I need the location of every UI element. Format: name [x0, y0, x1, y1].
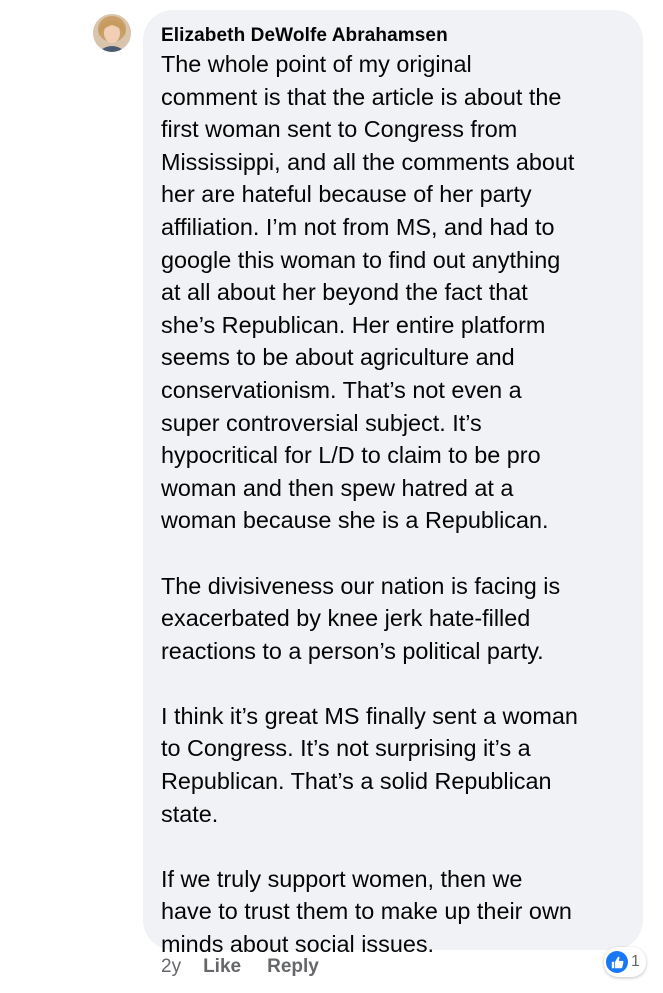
- comment-line: Republican. That’s a solid Republican: [161, 768, 552, 795]
- comment-line: google this woman to find out anything: [161, 246, 561, 273]
- comment-line: she’s Republican. Her entire platform: [161, 311, 546, 338]
- comment-line: minds about social issues.: [161, 931, 435, 958]
- comment-line: to Congress. It’s not surprising it’s a: [161, 735, 531, 762]
- comment-bubble: Elizabeth DeWolfe Abrahamsen The whole p…: [143, 10, 643, 957]
- comment-line: have to trust them to make up their own: [161, 898, 572, 925]
- reaction-count: 1: [631, 953, 640, 970]
- reply-button[interactable]: Reply: [267, 956, 319, 978]
- comment-line: hypocritical for L/D to claim to be pro: [161, 442, 541, 469]
- timestamp[interactable]: 2y: [161, 956, 181, 978]
- like-icon: [606, 951, 628, 973]
- reaction-summary[interactable]: 1: [604, 947, 646, 977]
- comment-line: The whole point of my original: [161, 51, 472, 77]
- comment-paragraph-2: The divisiveness our nation is facing is…: [161, 570, 627, 668]
- comment-paragraph-4: If we truly support women, then we have …: [161, 863, 627, 961]
- comment-line: first woman sent to Congress from: [161, 116, 518, 143]
- avatar-image: [93, 14, 131, 52]
- avatar[interactable]: [93, 14, 131, 52]
- comment-line: exacerbated by knee jerk hate-filled: [161, 605, 531, 632]
- comment-line: affiliation. I’m not from MS, and had to: [161, 213, 555, 240]
- comment-line: seems to be about agriculture and: [161, 344, 515, 371]
- comment-line: comment is that the article is about the: [161, 83, 562, 110]
- comment-line: conservationism. That’s not even a: [161, 376, 522, 403]
- comment-line: If we truly support women, then we: [161, 865, 523, 892]
- comment-line: state.: [161, 800, 219, 827]
- comment-actions: 2y Like Reply: [161, 956, 345, 978]
- comment-paragraph-1: The whole point of my original comment i…: [161, 48, 627, 537]
- comment-line: at all about her beyond the fact that: [161, 279, 528, 306]
- comment-paragraph-3: I think it’s great MS finally sent a wom…: [161, 700, 627, 830]
- comment-author[interactable]: Elizabeth DeWolfe Abrahamsen: [161, 24, 627, 48]
- comment-line: reactions to a person’s political party.: [161, 637, 544, 664]
- comment-line: Mississippi, and all the comments about: [161, 148, 575, 175]
- comment-line: her are hateful because of her party: [161, 181, 532, 208]
- comment-body: The whole point of my original comment i…: [161, 48, 627, 961]
- comment-line: super controversial subject. It’s: [161, 409, 482, 436]
- like-button[interactable]: Like: [203, 956, 241, 978]
- comment-line: The divisiveness our nation is facing is: [161, 572, 561, 599]
- comment-line: woman and then spew hatred at a: [161, 474, 514, 501]
- comment-line: woman because she is a Republican.: [161, 507, 549, 534]
- comment-line: I think it’s great MS finally sent a wom…: [161, 702, 578, 729]
